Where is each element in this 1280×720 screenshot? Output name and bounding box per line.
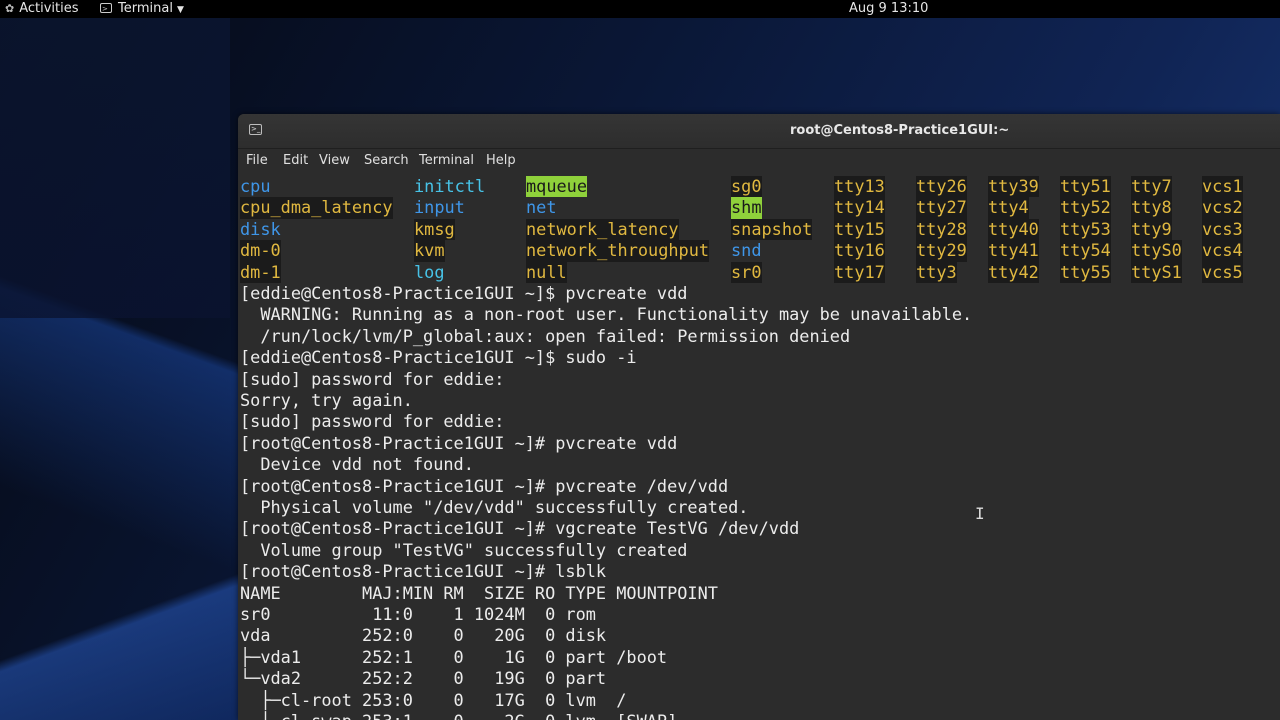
ls-entry: tty29 (916, 240, 967, 262)
terminal-line: [root@Centos8-Practice1GUI ~]# vgcreate … (240, 518, 800, 539)
top-bar: ✿ Activities >_ Terminal ▼ Aug 9 13:10 (0, 0, 1280, 18)
terminal-line: [eddie@Centos8-Practice1GUI ~]$ pvcreate… (240, 283, 688, 303)
activities-label: Activities (19, 1, 79, 16)
app-menu-label: Terminal (118, 1, 173, 16)
ls-entry: tty8 (1131, 197, 1172, 219)
menu-bar: File Edit View Search Terminal Help (238, 149, 1280, 173)
ls-entry: mqueue (526, 176, 588, 198)
ls-entry: snapshot (731, 218, 813, 241)
ls-entry: ttyS0 (1131, 240, 1182, 262)
ls-entry: vcs3 (1202, 218, 1243, 241)
terminal-output[interactable]: cpu initctl mqueue sg0 tty13 tty26 tty39 tty51 t… (238, 176, 1280, 720)
ls-entry: disk (240, 218, 281, 239)
ls-entry: sg0 (731, 176, 762, 198)
terminal-icon: >_ (100, 2, 112, 13)
ls-entry: input (414, 197, 465, 218)
clock[interactable]: Aug 9 13:10 (849, 0, 928, 18)
ls-entry: cpu_dma_latency (240, 197, 393, 219)
ls-entry: tty9 (1131, 218, 1172, 241)
terminal-line: [root@Centos8-Practice1GUI ~]# lsblk (240, 561, 607, 582)
ls-entry: net (526, 197, 557, 218)
ls-entry: kvm (414, 240, 445, 262)
terminal-line: [root@Centos8-Practice1GUI ~]# pvcreate … (240, 475, 729, 496)
menu-file[interactable]: File (246, 153, 268, 168)
ls-entry: tty3 (916, 261, 957, 283)
ls-entry: sr0 (731, 261, 762, 283)
ls-entry: tty15 (834, 218, 885, 241)
terminal-window-icon: >_ (249, 124, 262, 135)
ls-entry: tty28 (916, 218, 967, 241)
ls-entry: null (526, 261, 567, 283)
ls-entry: tty53 (1060, 218, 1111, 241)
ls-entry: tty42 (988, 261, 1039, 283)
ls-entry: tty13 (834, 176, 885, 198)
text-cursor-icon: Ι (975, 504, 985, 523)
ls-entry: ttyS1 (1131, 261, 1182, 283)
ls-entry: network_latency (526, 218, 679, 241)
ls-entry: tty55 (1060, 261, 1111, 283)
ls-entry: tty14 (834, 197, 885, 219)
ls-entry: tty52 (1060, 197, 1111, 219)
terminal-line: /run/lock/lvm/P_global:aux: open failed:… (240, 325, 851, 346)
ls-entry: tty26 (916, 176, 967, 198)
chevron-down-icon: ▼ (176, 5, 184, 15)
ls-entry: tty27 (916, 197, 967, 219)
terminal-line: Physical volume "/dev/vdd" successfully … (240, 497, 749, 517)
ls-entry: dm-0 (240, 240, 281, 262)
menu-help[interactable]: Help (486, 153, 516, 168)
ls-entry: tty41 (988, 240, 1039, 262)
ls-entry: tty16 (834, 240, 885, 262)
terminal-window[interactable]: >_ root@Centos8-Practice1GUI:~ File Edit… (238, 114, 1280, 720)
menu-terminal[interactable]: Terminal (419, 153, 474, 168)
window-titlebar[interactable]: >_ root@Centos8-Practice1GUI:~ (238, 114, 1280, 149)
ls-entry: tty7 (1131, 176, 1172, 198)
menu-view[interactable]: View (319, 153, 350, 168)
menu-edit[interactable]: Edit (283, 153, 308, 168)
gnome-foot-icon: ✿ (5, 2, 15, 15)
app-menu-button[interactable]: >_ Terminal ▼ (100, 0, 184, 19)
terminal-line: [eddie@Centos8-Practice1GUI ~]$ sudo -i (240, 347, 637, 368)
wallpaper-tile (0, 18, 230, 318)
terminal-line: └─vda2 252:2 0 19G 0 part (240, 668, 607, 689)
ls-entry: vcs2 (1202, 197, 1243, 219)
terminal-line: WARNING: Running as a non-root user. Fun… (240, 304, 973, 325)
ls-entry: vcs1 (1202, 176, 1243, 198)
ls-entry: initctl (414, 176, 486, 196)
terminal-line: [root@Centos8-Practice1GUI ~]# pvcreate … (240, 432, 678, 453)
ls-entry: kmsg (414, 218, 455, 241)
activities-button[interactable]: ✿ Activities (5, 0, 79, 18)
terminal-line: ├─cl-root 253:0 0 17G 0 lvm / (240, 689, 627, 710)
terminal-line: NAME MAJ:MIN RM SIZE RO TYPE MOUNTPOINT (240, 582, 718, 603)
ls-entry: network_throughput (526, 240, 710, 262)
terminal-line: Sorry, try again. (240, 390, 413, 410)
terminal-line: vda 252:0 0 20G 0 disk (240, 625, 607, 646)
menu-search[interactable]: Search (364, 153, 409, 168)
ls-entry: dm-1 (240, 261, 281, 283)
ls-entry: log (414, 261, 445, 282)
ls-entry: cpu (240, 176, 271, 196)
ls-entry: tty39 (988, 176, 1039, 198)
ls-entry: snd (731, 240, 762, 261)
terminal-line: Volume group "TestVG" successfully creat… (240, 539, 688, 560)
window-title: root@Centos8-Practice1GUI:~ (790, 123, 1010, 138)
terminal-line: [sudo] password for eddie: (240, 411, 505, 432)
ls-entry: vcs5 (1202, 261, 1243, 283)
ls-entry: tty4 (988, 197, 1029, 219)
ls-entry: vcs4 (1202, 240, 1243, 262)
terminal-line: Device vdd not found. (240, 454, 474, 475)
ls-entry: tty54 (1060, 240, 1111, 262)
terminal-line: ├─vda1 252:1 0 1G 0 part /boot (240, 646, 668, 667)
terminal-line: sr0 11:0 1 1024M 0 rom (240, 604, 596, 624)
ls-entry: tty17 (834, 261, 885, 283)
terminal-line: └─cl-swap 253:1 0 2G 0 lvm [SWAP] (240, 711, 677, 720)
ls-entry: tty40 (988, 218, 1039, 241)
ls-entry: shm (731, 197, 762, 219)
ls-entry: tty51 (1060, 176, 1111, 198)
terminal-line: [sudo] password for eddie: (240, 368, 505, 389)
